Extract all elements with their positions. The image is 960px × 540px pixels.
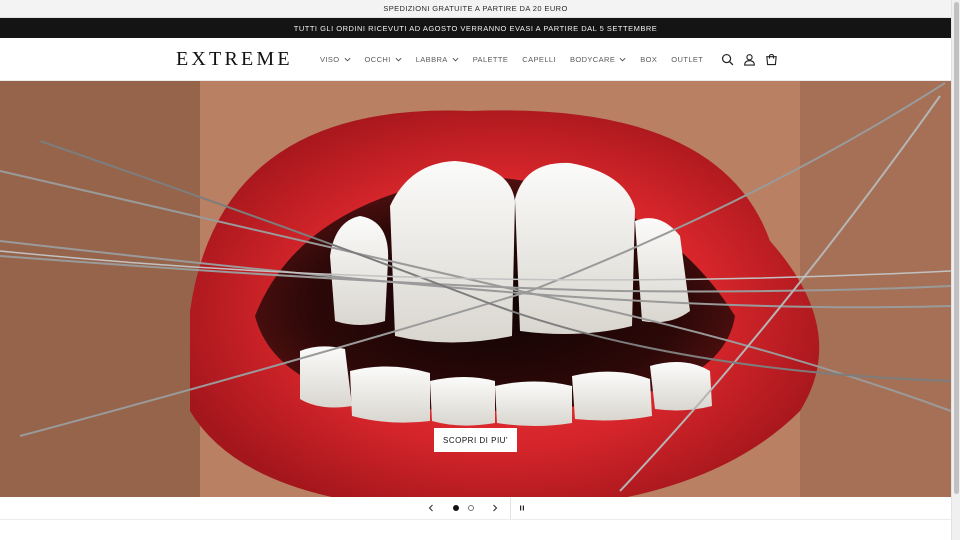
nav-item-box[interactable]: BOX xyxy=(640,55,657,64)
chevron-down-icon xyxy=(344,56,351,63)
account-icon[interactable] xyxy=(741,51,757,67)
discover-more-button[interactable]: SCOPRI DI PIU' xyxy=(434,428,517,452)
nav-item-outlet[interactable]: OUTLET xyxy=(671,55,703,64)
nav-item-labbra[interactable]: LABBRA xyxy=(416,55,459,64)
announcement-bar-orders: TUTTI GLI ORDINI RICEVUTI AD AGOSTO VERR… xyxy=(0,18,951,38)
search-icon[interactable] xyxy=(719,51,735,67)
nav-label-labbra: LABBRA xyxy=(415,55,448,64)
page-scrollbar[interactable] xyxy=(951,0,960,540)
header-actions-cart xyxy=(763,51,779,67)
pause-icon[interactable] xyxy=(515,501,529,515)
chevron-down-icon xyxy=(452,56,459,63)
nav-item-bodycare[interactable]: BODYCARE xyxy=(570,55,626,64)
nav-label-bodycare: BODYCARE xyxy=(569,55,616,64)
announcement-bar-shipping: SPEDIZIONI GRATUITE A PARTIRE DA 20 EURO xyxy=(0,0,951,18)
main-navigation: VISO OCCHI LABBRA PALETTE CAPELLI BODYCA… xyxy=(320,38,717,81)
announcement-shipping-text: SPEDIZIONI GRATUITE A PARTIRE DA 20 EURO xyxy=(383,4,568,13)
slide-dot-2[interactable] xyxy=(468,505,474,511)
chevron-down-icon xyxy=(619,56,626,63)
cart-icon[interactable] xyxy=(763,51,779,67)
slide-dot-1[interactable] xyxy=(453,505,459,511)
nav-label-occhi: OCCHI xyxy=(364,55,391,64)
chevron-down-icon xyxy=(395,56,402,63)
hero-slideshow: SCOPRI DI PIU' xyxy=(0,81,951,497)
nav-label-capelli: CAPELLI xyxy=(522,55,556,64)
store-logo[interactable]: EXTREME xyxy=(176,48,293,70)
nav-item-occhi[interactable]: OCCHI xyxy=(365,55,402,64)
slideshow-controls xyxy=(0,497,951,520)
header-actions-account xyxy=(741,51,757,67)
header-actions xyxy=(719,51,735,67)
chevron-left-icon[interactable] xyxy=(424,501,438,515)
nav-item-palette[interactable]: PALETTE xyxy=(473,55,509,64)
chevron-right-icon[interactable] xyxy=(488,501,502,515)
nav-label-viso: VISO xyxy=(320,55,340,64)
nav-label-palette: PALETTE xyxy=(472,55,509,64)
announcement-orders-text: TUTTI GLI ORDINI RICEVUTI AD AGOSTO VERR… xyxy=(293,23,658,33)
site-header: EXTREME VISO OCCHI LABBRA PALETTE CAPELL… xyxy=(0,38,951,81)
nav-label-box: BOX xyxy=(640,55,658,64)
nav-item-viso[interactable]: VISO xyxy=(320,55,351,64)
nav-item-capelli[interactable]: CAPELLI xyxy=(522,55,556,64)
scrollbar-thumb[interactable] xyxy=(954,2,959,494)
controls-divider xyxy=(510,498,511,519)
nav-label-outlet: OUTLET xyxy=(671,55,704,64)
